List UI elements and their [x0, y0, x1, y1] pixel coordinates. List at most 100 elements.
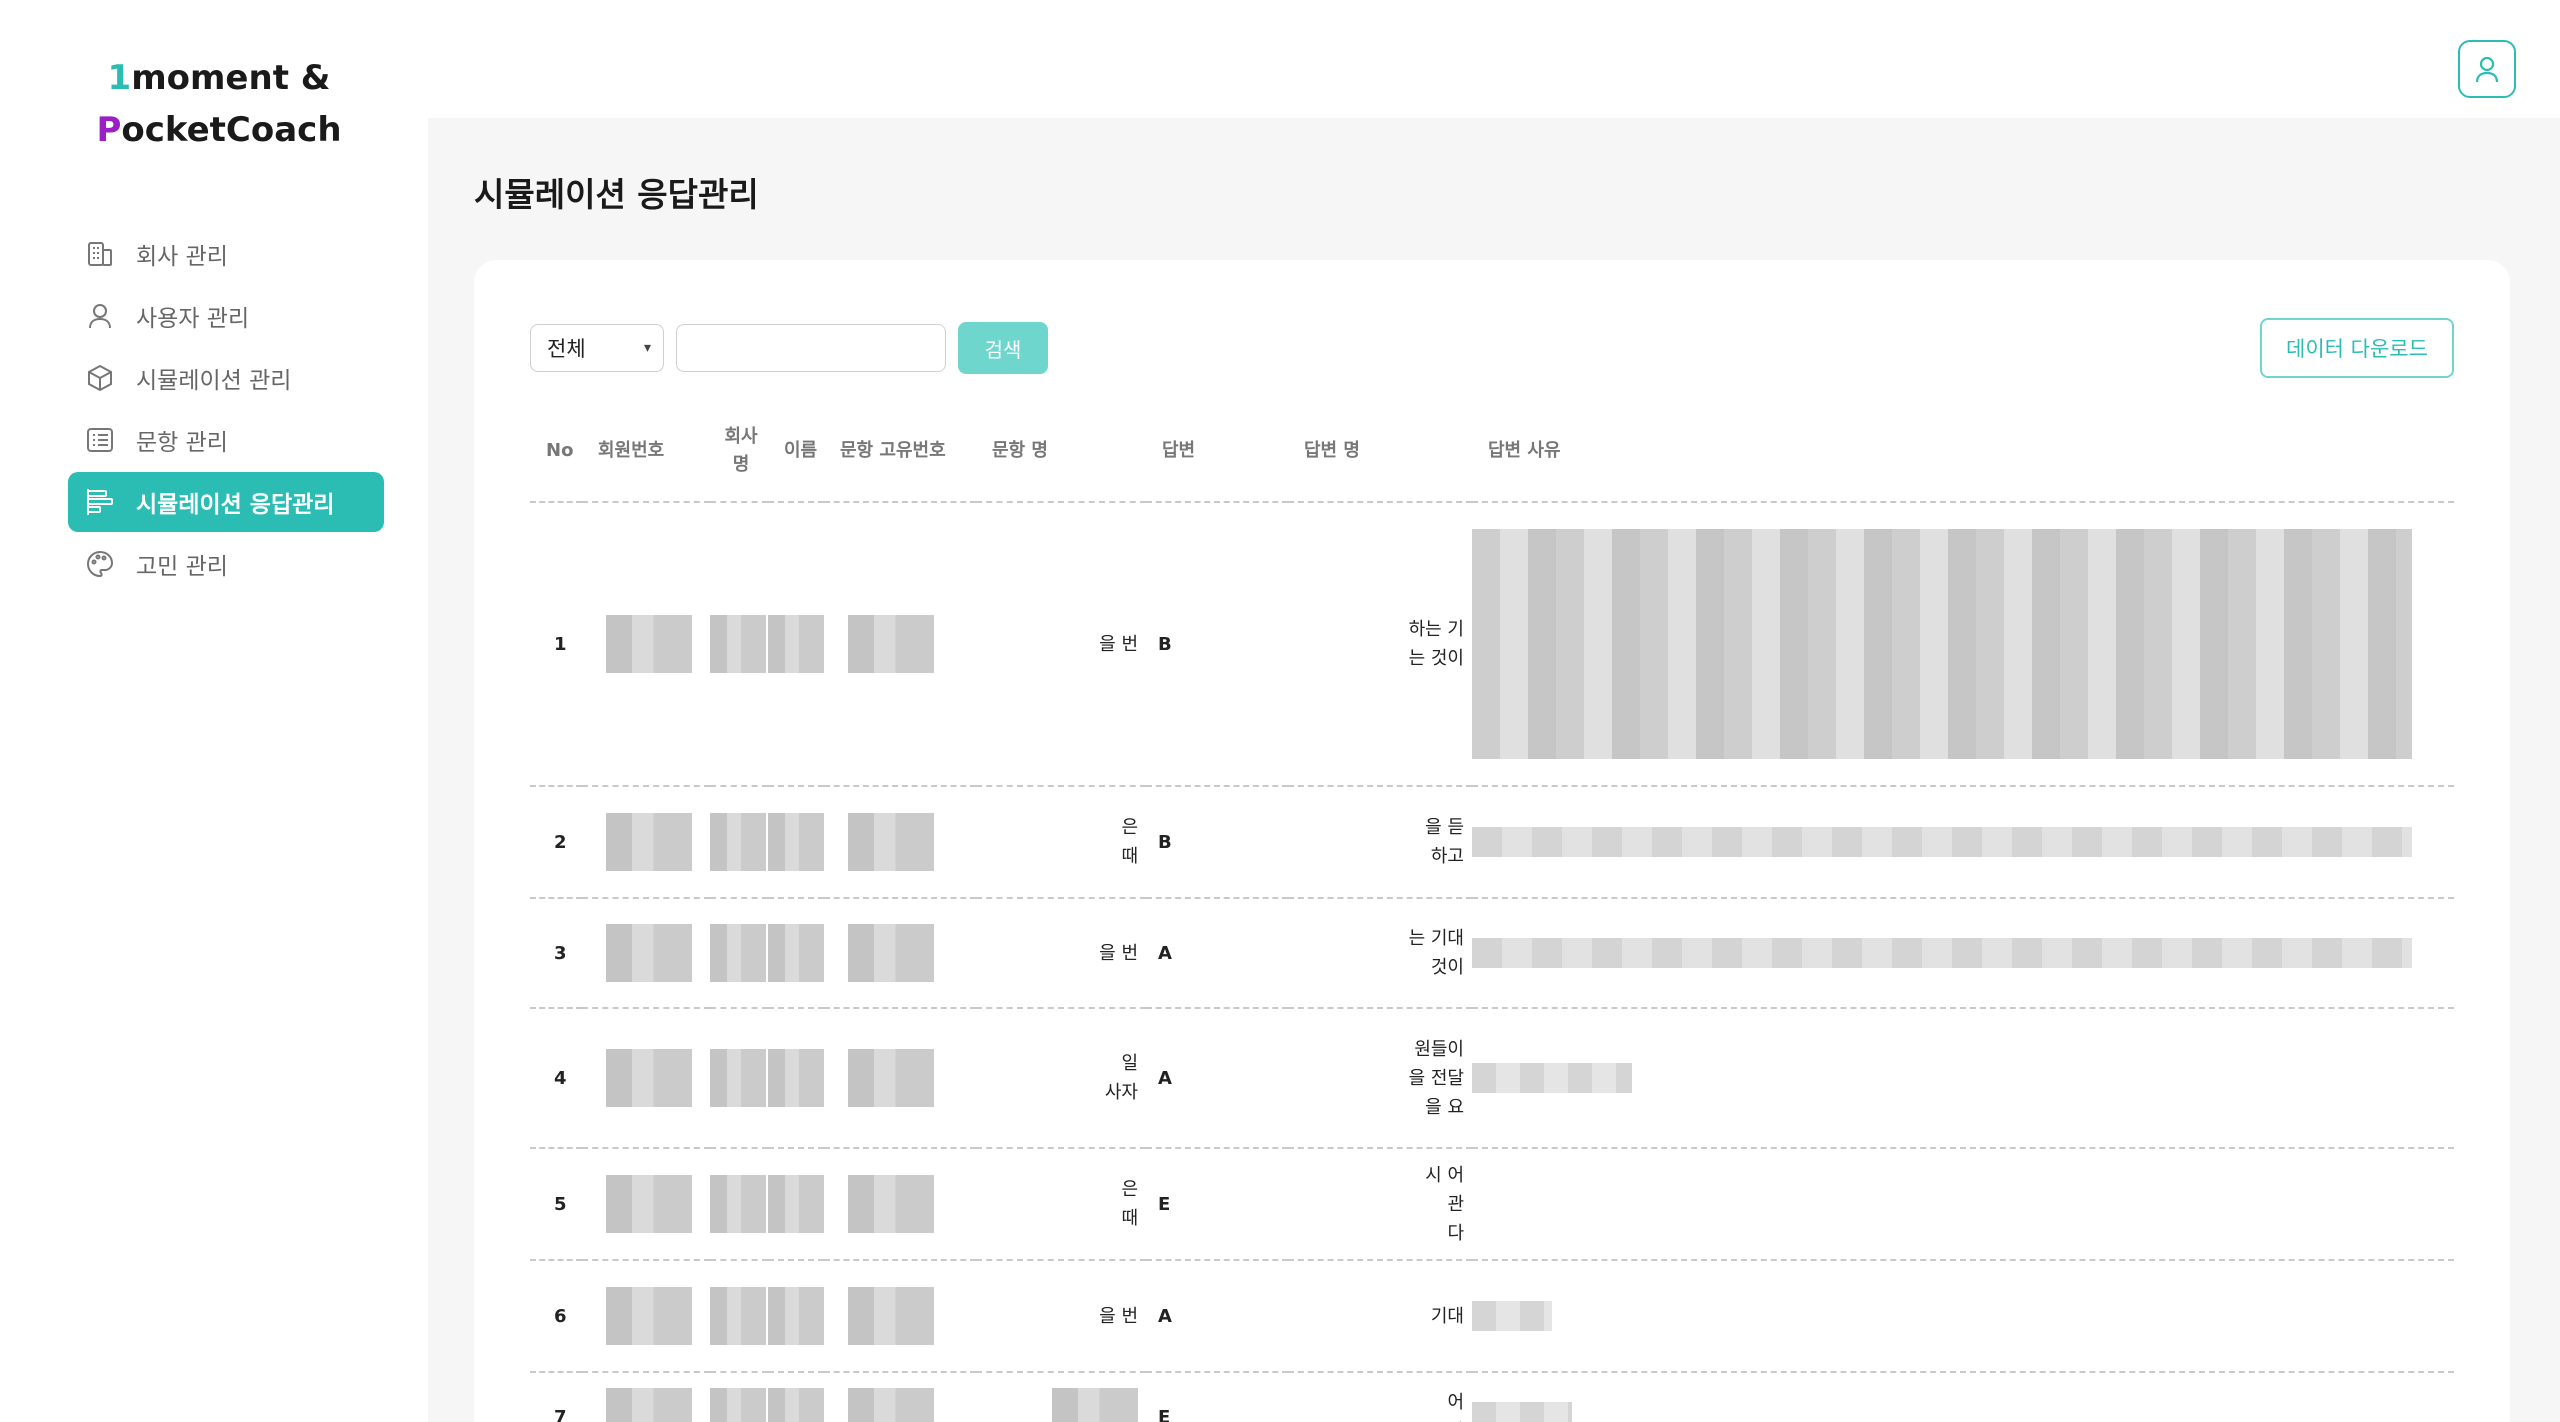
column-header[interactable]: 답변 명: [1288, 400, 1472, 503]
answer-reason-cell: [1472, 1372, 2454, 1422]
table-row[interactable]: 7 E 어관: [530, 1372, 2454, 1422]
answer-name-cell: 을 듣 하고: [1288, 786, 1472, 899]
answer-name-fragment: 을 전달: [1408, 1067, 1464, 1089]
sidebar-item-questions[interactable]: 문항 관리: [68, 410, 384, 470]
table-row[interactable]: 2 은 때 B 을 듣 하고: [530, 786, 2454, 899]
member-id-cell: [582, 502, 710, 787]
redacted-value: [768, 1175, 824, 1233]
redacted-value: [710, 924, 766, 982]
column-header[interactable]: 문항 명: [976, 400, 1146, 503]
answer-reason-cell: [1472, 1148, 2454, 1261]
answer-name-fragment: 기대: [1430, 1305, 1464, 1327]
sidebar-item-simulation[interactable]: 시뮬레이션 관리: [68, 348, 384, 408]
answer-name-cell: 는 기대 것이: [1288, 898, 1472, 1009]
company-cell: [710, 1372, 768, 1422]
sidebar-item-simulation-responses[interactable]: 시뮬레이션 응답관리: [68, 472, 384, 532]
answer-name-cell: 하는 기는 것이: [1288, 502, 1472, 787]
answer-cell: A: [1146, 1260, 1288, 1373]
sidebar-item-label: 회사 관리: [136, 244, 228, 270]
answer-reason-cell: [1472, 898, 2454, 1009]
user-icon: [2475, 56, 2499, 83]
table-row[interactable]: 4 일 사자 A 원들이 을 전달 을 요: [530, 1008, 2454, 1149]
member-id-cell: [582, 1260, 710, 1373]
question-name-cell: 은 때: [976, 1148, 1146, 1261]
redacted-value: [710, 1388, 766, 1422]
answer-reason-cell: [1472, 502, 2454, 787]
chevron-down-icon: ▾: [643, 340, 651, 356]
row-no: 3: [530, 898, 582, 1009]
palette-icon: [87, 550, 114, 578]
cube-icon: [88, 364, 112, 392]
answer-reason-cell: [1472, 1008, 2454, 1149]
member-id-cell: [582, 1148, 710, 1261]
member-id-cell: [582, 1008, 710, 1149]
column-header[interactable]: 문항 고유번호: [824, 400, 976, 503]
answer-name-cell: 시 어관다: [1288, 1148, 1472, 1261]
table-row[interactable]: 5 은 때 E 시 어관다: [530, 1148, 2454, 1261]
table-row[interactable]: 6 을 번 A 기대: [530, 1260, 2454, 1373]
table-row[interactable]: 3 을 번 A 는 기대 것이: [530, 898, 2454, 1009]
answer-reason-cell: [1472, 1260, 2454, 1373]
question-id-cell: [824, 1260, 976, 1373]
name-cell: [768, 1008, 824, 1149]
download-data-button[interactable]: 데이터 다운로드: [2260, 318, 2454, 378]
table-row[interactable]: 1 을 번 B 하는 기는 것이: [530, 502, 2454, 787]
row-no: 4: [530, 1008, 582, 1149]
column-header[interactable]: 이름: [768, 400, 824, 503]
answer-name-fragment: 원들이: [1414, 1038, 1464, 1060]
answer-cell: E: [1146, 1148, 1288, 1261]
company-cell: [710, 1260, 768, 1373]
question-id-cell: [824, 1372, 976, 1422]
table-header-row: No 회원번호 회사 명 이름 문항 고유번호 문항 명 답변 답변 명 답변 사…: [530, 400, 2454, 503]
name-cell: [768, 1372, 824, 1422]
filter-bar: 전체 ▾ 검색: [530, 322, 1048, 374]
row-no: 2: [530, 786, 582, 899]
answer-name-fragment: 다: [1447, 1222, 1464, 1244]
responses-table: No 회원번호 회사 명 이름 문항 고유번호 문항 명 답변 답변 명 답변 사…: [530, 400, 2454, 1422]
question-id-cell: [824, 1148, 976, 1261]
redacted-value: [1472, 1063, 1632, 1093]
redacted-value: [848, 615, 934, 673]
row-no: 5: [530, 1148, 582, 1261]
sidebar-item-label: 시뮬레이션 응답관리: [136, 492, 335, 518]
name-cell: [768, 898, 824, 1009]
column-header[interactable]: 회사 명: [710, 400, 768, 503]
company-cell: [710, 1148, 768, 1261]
redacted-value: [848, 1388, 934, 1422]
column-header[interactable]: 회원번호: [582, 400, 710, 503]
page-title: 시뮬레이션 응답관리: [474, 175, 759, 214]
sidebar-item-label: 문항 관리: [136, 430, 228, 456]
name-cell: [768, 1148, 824, 1261]
search-button[interactable]: 검색: [958, 322, 1048, 374]
company-cell: [710, 898, 768, 1009]
answer-name-cell: 원들이 을 전달 을 요: [1288, 1008, 1472, 1149]
question-name-fragment: 을 번: [1099, 1305, 1138, 1327]
app-logo[interactable]: 1moment & PocketCoach: [0, 52, 438, 156]
building-icon: [88, 242, 112, 266]
category-select[interactable]: 전체 ▾: [530, 324, 664, 372]
row-no: 1: [530, 502, 582, 787]
logo-text-2: ocketCoach: [121, 110, 342, 150]
column-header[interactable]: No: [530, 400, 582, 503]
redacted-value: [768, 813, 824, 871]
redacted-value: [848, 1175, 934, 1233]
sidebar-item-company[interactable]: 회사 관리: [68, 224, 384, 284]
column-header[interactable]: 답변 사유: [1472, 400, 2454, 503]
column-header[interactable]: 답변: [1146, 400, 1288, 503]
question-name-fragment: 을 번: [1099, 633, 1138, 655]
sidebar-item-users[interactable]: 사용자 관리: [68, 286, 384, 346]
answer-name-fragment: 시 어: [1425, 1164, 1464, 1186]
user-menu-button[interactable]: [2458, 40, 2516, 98]
logo-accent-2: P: [96, 110, 122, 150]
answer-reason-cell: [1472, 786, 2454, 899]
question-name-cell: 일 사자: [976, 1008, 1146, 1149]
sidebar-item-concerns[interactable]: 고민 관리: [68, 534, 384, 594]
redacted-value: [1472, 529, 2412, 759]
redacted-value: [848, 1287, 934, 1345]
redacted-value: [710, 1049, 766, 1107]
logo-text-1: moment &: [131, 58, 331, 98]
question-name-fragment: 은 때: [1121, 817, 1138, 867]
redacted-value: [710, 813, 766, 871]
search-input[interactable]: [676, 324, 946, 372]
redacted-value: [848, 924, 934, 982]
